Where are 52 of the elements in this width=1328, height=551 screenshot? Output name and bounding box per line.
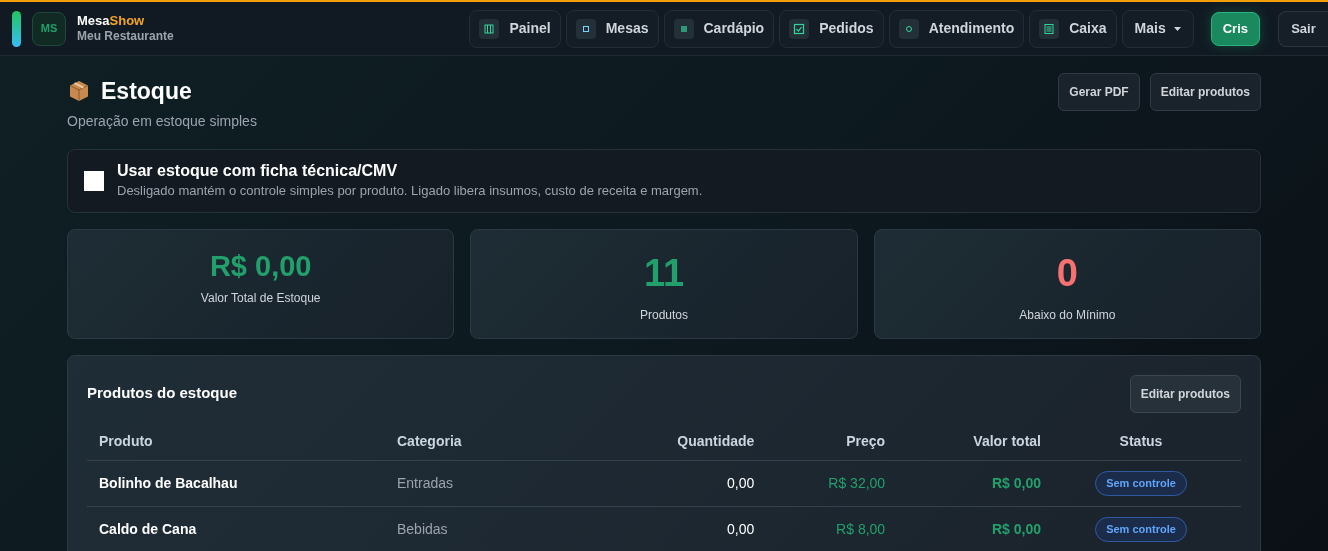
user-button[interactable]: Cris [1210,11,1260,46]
stat-value: 11 [643,253,685,292]
panel-title: Produtos do estoque [87,383,237,404]
table-cell: R$ 0,00 [885,506,1041,551]
table-cell: 0,00 [577,506,755,551]
page-subtitle: Operação em estoque simples [67,111,257,131]
table-cell: R$ 8,00 [754,506,886,551]
logout-button[interactable]: Sair [1278,10,1328,47]
square-icon [575,18,596,39]
nav-button[interactable]: Caixa [1029,9,1117,48]
table-cell: Bolinho de Bacalhau [87,460,397,507]
status-badge: Sem controle [1095,517,1187,542]
checkbox-icon [789,18,810,39]
table-cell: R$ 32,00 [754,460,886,507]
caret-icon [1173,26,1181,31]
column-header: Preço [754,422,886,461]
nav-button[interactable]: Mesas [565,9,659,48]
checkbox[interactable] [84,170,104,191]
status-badge: Sem controle [1095,471,1187,496]
nav-button[interactable]: Cardápio [663,9,775,48]
logo-badge: MS [32,11,66,46]
more-menu-button[interactable]: Mais [1121,9,1194,48]
nav-button[interactable]: Pedidos [779,9,884,48]
column-header: Status [1041,422,1241,461]
brand-name: MesaShow [77,12,146,30]
setting-hint: Desligado mantém o controle simples por produto. Ligado libera insumos, custo de receita e margem. [117,181,703,200]
stat-label: Produtos [639,306,688,324]
column-header: Produto [87,422,397,461]
table-cell: Caldo de Cana [87,506,397,551]
column-header: Categoria [397,422,577,461]
page-title: Estoque [101,77,192,106]
restaurant-name: Meu Restaurante [77,29,174,45]
stat-label: Valor Total de Estoque [200,289,321,307]
table-cell: Bebidas [397,506,577,551]
stat-label: Abaixo do Mínimo [1019,306,1116,324]
accent-bar [12,10,21,47]
header-action-button[interactable]: Gerar PDF [1058,73,1140,111]
stat-value: 0 [1056,253,1078,292]
nav-button[interactable]: Painel [469,9,561,48]
setting-label: Usar estoque com ficha técnica/CMV [117,160,399,181]
nav-button[interactable]: Atendimento [888,9,1025,48]
edit-products-button[interactable]: Editar produtos [1129,374,1241,413]
column-header: Valor total [885,422,1041,461]
table-cell: 0,00 [577,460,755,507]
grid-icon [479,18,500,39]
receipt-icon [1039,18,1060,39]
package-icon [67,79,91,104]
header-action-button[interactable]: Editar produtos [1149,73,1261,111]
stat-value: R$ 0,00 [209,251,312,281]
table-cell: Entradas [397,460,577,507]
column-header: Quantidade [577,422,755,461]
table-cell: R$ 0,00 [885,460,1041,507]
